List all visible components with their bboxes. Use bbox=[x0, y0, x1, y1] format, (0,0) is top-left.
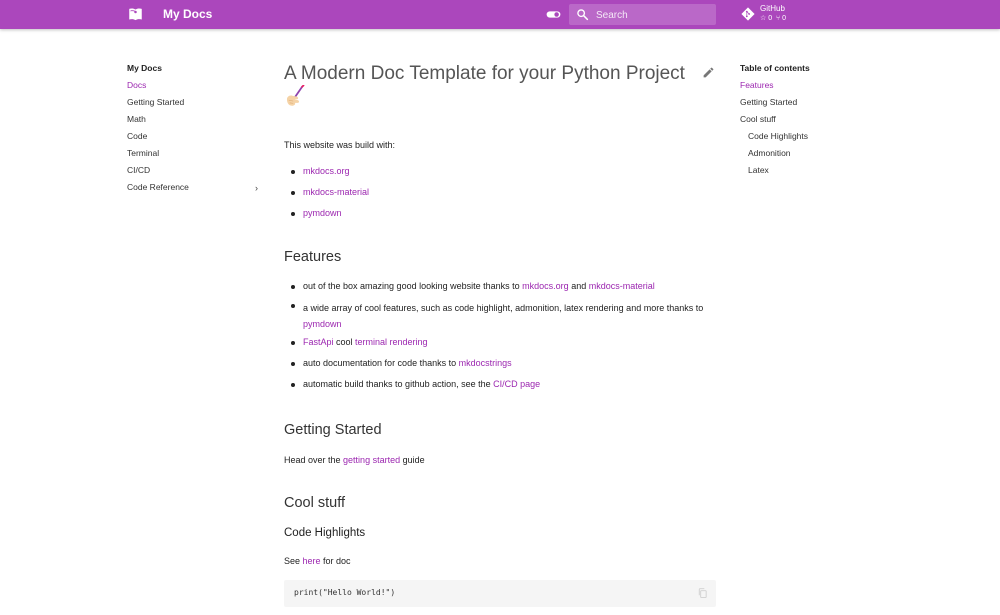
nav-title: My Docs bbox=[127, 63, 162, 73]
list-item: FastApi cool terminal rendering bbox=[284, 337, 716, 348]
list-item: a wide array of cool features, such as c… bbox=[284, 300, 716, 332]
page-title: A Modern Doc Template for your Python Pr… bbox=[284, 62, 704, 86]
palette-toggle-icon[interactable] bbox=[546, 9, 561, 20]
feature-text: a wide array of cool features, such as c… bbox=[303, 303, 704, 313]
feature-text: cool bbox=[333, 337, 356, 347]
cool-stuff-heading: Cool stuff bbox=[284, 495, 345, 511]
link-mkdocs-org[interactable]: mkdocs.org bbox=[522, 281, 569, 291]
list-item: auto documentation for code thanks to mk… bbox=[284, 358, 716, 369]
repo-stars: ☆ 0 bbox=[760, 15, 773, 22]
nav-item-getting-started[interactable]: Getting Started bbox=[127, 97, 262, 114]
features-list: out of the box amazing good looking webs… bbox=[284, 281, 716, 390]
git-icon bbox=[741, 7, 755, 21]
see-doc-paragraph: See here for doc bbox=[284, 556, 351, 566]
toc-item-latex[interactable]: Latex bbox=[740, 165, 900, 182]
link-getting-started[interactable]: getting started bbox=[343, 455, 400, 465]
chevron-right-icon[interactable]: › bbox=[255, 183, 258, 194]
getting-started-heading: Getting Started bbox=[284, 422, 382, 438]
nav-item-docs[interactable]: Docs bbox=[127, 80, 262, 97]
nav-item-code[interactable]: Code bbox=[127, 131, 262, 148]
built-with-list: mkdocs.org mkdocs-material pymdown bbox=[284, 166, 716, 229]
list-item: pymdown bbox=[284, 208, 716, 229]
top-header: My Docs GitHub ☆ 0 ⑂ 0 bbox=[0, 0, 1000, 29]
link-fastapi[interactable]: FastApi bbox=[303, 337, 334, 347]
book-icon[interactable] bbox=[128, 7, 143, 22]
search-box[interactable] bbox=[569, 4, 716, 25]
code-block: print("Hello World!") bbox=[284, 580, 716, 607]
writing-hand-emoji bbox=[286, 85, 305, 106]
link-mkdocstrings[interactable]: mkdocstrings bbox=[459, 358, 512, 368]
feature-text: out of the box amazing good looking webs… bbox=[303, 281, 523, 291]
primary-nav: My Docs Docs Getting Started Math Code T… bbox=[127, 63, 262, 199]
repo-link[interactable]: GitHub ☆ 0 ⑂ 0 bbox=[739, 3, 809, 26]
list-item: mkdocs-material bbox=[284, 187, 716, 208]
page-title-text: A Modern Doc Template for your Python Pr… bbox=[284, 63, 685, 84]
toc-item-code-highlights[interactable]: Code Highlights bbox=[740, 131, 900, 148]
toc-item-cool-stuff[interactable]: Cool stuff bbox=[740, 114, 900, 131]
site-title[interactable]: My Docs bbox=[163, 7, 212, 21]
pencil-icon[interactable] bbox=[702, 66, 715, 79]
repo-stats: ☆ 0 ⑂ 0 bbox=[760, 14, 786, 22]
search-icon bbox=[577, 9, 589, 21]
link-cicd-page[interactable]: CI/CD page bbox=[493, 379, 540, 389]
list-item: mkdocs.org bbox=[284, 166, 716, 187]
getting-started-paragraph: Head over the getting started guide bbox=[284, 455, 425, 465]
copy-icon[interactable] bbox=[697, 587, 708, 599]
link-here[interactable]: here bbox=[303, 556, 321, 566]
paragraph-text: See bbox=[284, 556, 303, 566]
nav-item-cicd[interactable]: CI/CD bbox=[127, 165, 262, 182]
link-terminal-rendering[interactable]: terminal rendering bbox=[355, 337, 428, 347]
repo-forks: ⑂ 0 bbox=[776, 15, 787, 22]
feature-text: automatic build thanks to github action,… bbox=[303, 379, 494, 389]
list-item: out of the box amazing good looking webs… bbox=[284, 281, 716, 292]
code-text: print("Hello World!") bbox=[294, 588, 396, 597]
nav-item-terminal[interactable]: Terminal bbox=[127, 148, 262, 165]
table-of-contents: Table of contents Features Getting Start… bbox=[740, 63, 900, 182]
intro-paragraph: This website was build with: bbox=[284, 140, 396, 150]
link-mkdocs-material[interactable]: mkdocs-material bbox=[303, 187, 369, 197]
feature-text: auto documentation for code thanks to bbox=[303, 358, 459, 368]
nav-item-code-reference[interactable]: Code Reference › bbox=[127, 182, 262, 199]
link-mkdocs[interactable]: mkdocs.org bbox=[303, 166, 350, 176]
nav-item-math[interactable]: Math bbox=[127, 114, 262, 131]
toc-title: Table of contents bbox=[740, 63, 810, 73]
search-input[interactable] bbox=[596, 8, 708, 22]
toc-item-features[interactable]: Features bbox=[740, 80, 900, 97]
paragraph-text: for doc bbox=[320, 556, 351, 566]
paragraph-text: Head over the bbox=[284, 455, 344, 465]
nav-item-code-reference-label: Code Reference bbox=[127, 182, 189, 192]
features-heading: Features bbox=[284, 249, 342, 265]
feature-text: and bbox=[568, 281, 589, 291]
code-highlights-heading: Code Highlights bbox=[284, 527, 366, 539]
link-mkdocs-material-feature[interactable]: mkdocs-material bbox=[589, 281, 655, 291]
paragraph-text: guide bbox=[400, 455, 425, 465]
repo-name: GitHub bbox=[760, 4, 785, 13]
toc-item-getting-started[interactable]: Getting Started bbox=[740, 97, 900, 114]
toc-item-admonition[interactable]: Admonition bbox=[740, 148, 900, 165]
list-item: automatic build thanks to github action,… bbox=[284, 379, 716, 390]
link-pymdown-feature[interactable]: pymdown bbox=[303, 319, 342, 329]
link-pymdown[interactable]: pymdown bbox=[303, 208, 342, 218]
